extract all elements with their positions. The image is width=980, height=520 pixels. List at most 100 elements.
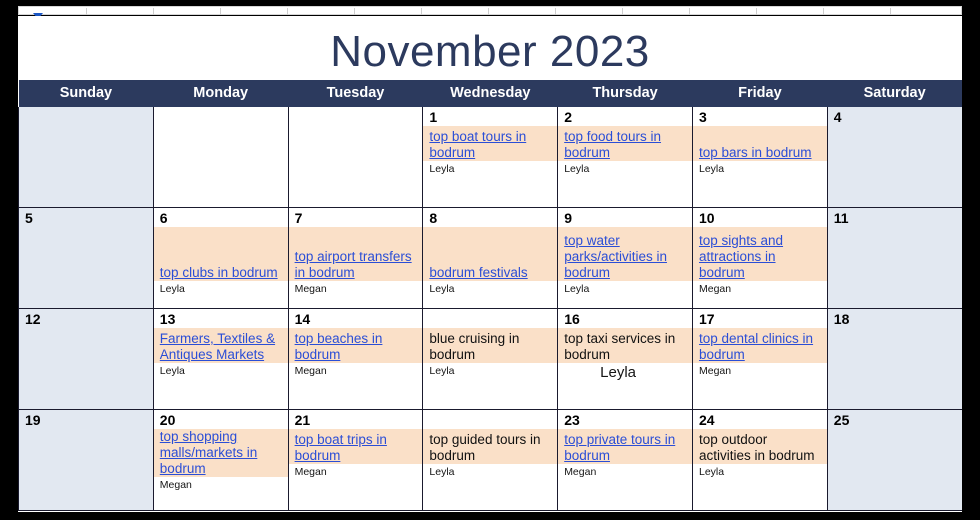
calendar-table: Sunday Monday Tuesday Wednesday Thursday Frid…	[18, 80, 962, 511]
event-link[interactable]: top bars in bodrum	[693, 145, 826, 161]
weekday-header-thursday: Thursday	[557, 80, 693, 107]
day-number: 19	[25, 412, 41, 428]
day-cell-8[interactable]: 8 bodrum festivals Leyla	[422, 207, 559, 309]
day-events: top water parks/activities in bodrum Leyl…	[558, 227, 692, 308]
ruler-tick	[555, 8, 556, 15]
day-number: 6	[159, 210, 168, 226]
event-attendee: Leyla	[693, 161, 827, 176]
ruler-tick	[756, 8, 757, 15]
day-cell-empty[interactable]	[287, 107, 424, 208]
day-events: top private tours in bodrum Megan	[558, 429, 692, 510]
document-page: November 2023 Sunday Monday Tuesday Wednesd…	[18, 16, 962, 512]
day-number: 10	[698, 210, 715, 226]
event-band: blue cruising in bodrum	[423, 328, 557, 363]
event-title: top outdoor activities in bodrum	[698, 432, 815, 463]
day-events	[19, 328, 152, 409]
weekday-header-sunday: Sunday	[18, 80, 154, 107]
day-cell-1[interactable]: 1 top boat tours in bodrum Leyla	[422, 107, 559, 208]
day-cell-3[interactable]: 3 top bars in bodrum Leyla	[691, 107, 828, 208]
day-events	[289, 126, 422, 207]
day-events: bodrum festivals Leyla	[423, 227, 557, 308]
day-cell-7[interactable]: 7 top airport transfers in bodrum Megan	[287, 207, 424, 309]
day-number: 2	[564, 109, 572, 125]
ruler-tick	[153, 8, 154, 15]
day-cell-11[interactable]: 11	[826, 207, 962, 309]
day-cell-20[interactable]: 20 top shopping malls/markets in bodrum Me…	[152, 409, 289, 511]
day-cell-25[interactable]: 25	[826, 409, 962, 511]
calendar-week-row: 19 20 top shopping malls/markets in bodrum…	[18, 409, 962, 511]
event-band: top private tours in bodrum	[558, 429, 692, 464]
event-band: top boat trips in bodrum	[289, 429, 422, 464]
day-cell-23[interactable]: 23 top private tours in bodrum Megan	[557, 409, 693, 511]
event-band: top airport transfers in bodrum	[289, 227, 422, 281]
day-cell-5[interactable]: 5	[18, 207, 154, 309]
day-events	[828, 227, 961, 308]
event-link[interactable]: top private tours in bodrum	[559, 432, 692, 464]
event-title: top guided tours in bodrum	[429, 432, 541, 463]
ruler-tick	[287, 8, 288, 15]
day-cell-empty[interactable]: top guided tours in bodrum Leyla	[422, 409, 559, 511]
day-cell-4[interactable]: 4	[826, 107, 962, 208]
event-link[interactable]: top food tours in bodrum	[559, 129, 692, 161]
day-cell-13[interactable]: 13 Farmers, Textiles & Antiques Markets Le…	[152, 308, 289, 410]
day-events: top boat tours in bodrum Leyla	[423, 126, 557, 207]
event-attendee: Megan	[693, 281, 827, 296]
event-band: top bars in bodrum	[693, 126, 827, 161]
event-link[interactable]: top boat trips in bodrum	[289, 432, 422, 464]
day-events	[154, 126, 287, 207]
document-ruler[interactable]	[18, 6, 962, 15]
day-cell-18[interactable]: 18	[826, 308, 962, 410]
event-attendee: Leyla	[423, 161, 557, 176]
event-band: bodrum festivals	[423, 227, 557, 281]
event-attendee: Leyla	[154, 363, 288, 378]
day-cell-14[interactable]: 14 top beaches in bodrum Megan	[287, 308, 424, 410]
day-cell-empty[interactable]: blue cruising in bodrum Leyla	[422, 308, 559, 410]
event-link[interactable]: Farmers, Textiles & Antiques Markets	[154, 331, 287, 363]
ruler-tick	[86, 8, 87, 15]
event-link[interactable]: bodrum festivals	[424, 265, 557, 281]
day-cell-16[interactable]: 16 top taxi services in bodrum Leyla	[557, 308, 693, 410]
event-band: top dental clinics in bodrum	[693, 328, 827, 363]
day-events: top taxi services in bodrum Leyla	[558, 328, 692, 409]
event-link[interactable]: top dental clinics in bodrum	[693, 331, 826, 363]
weekday-header-monday: Monday	[153, 80, 289, 107]
day-events	[19, 227, 152, 308]
weekday-header-friday: Friday	[692, 80, 828, 107]
day-cell-21[interactable]: 21 top boat trips in bodrum Megan	[287, 409, 424, 511]
day-cell-19[interactable]: 19	[18, 409, 154, 511]
day-cell-6[interactable]: 6 top clubs in bodrum Leyla	[152, 207, 289, 309]
day-number: 7	[294, 210, 303, 226]
event-band: top guided tours in bodrum	[423, 429, 557, 464]
day-cell-24[interactable]: 24 top outdoor activities in bodrum Leyla	[691, 409, 828, 511]
day-cell-17[interactable]: 17 top dental clinics in bodrum Megan	[691, 308, 828, 410]
day-cell-9[interactable]: 9 top water parks/activities in bodrum Ley…	[557, 207, 693, 309]
day-cell-empty[interactable]	[18, 107, 154, 208]
event-attendee: Megan	[154, 477, 288, 492]
event-link[interactable]: top beaches in bodrum	[289, 331, 422, 363]
day-number: 5	[25, 210, 33, 226]
day-cell-10[interactable]: 10 top sights and attractions in bodrum Me…	[691, 207, 828, 309]
day-number: 20	[159, 412, 176, 428]
event-link[interactable]: top sights and attractions in bodrum	[693, 233, 826, 281]
day-number: 16	[564, 311, 580, 327]
event-link[interactable]: top airport transfers in bodrum	[289, 249, 422, 281]
day-number	[154, 107, 287, 126]
day-cell-empty[interactable]	[152, 107, 289, 208]
day-number	[289, 107, 422, 126]
event-link[interactable]: top clubs in bodrum	[154, 265, 287, 281]
day-cell-2[interactable]: 2 top food tours in bodrum Leyla	[557, 107, 693, 208]
day-number: 8	[429, 210, 438, 226]
event-band: top outdoor activities in bodrum	[693, 429, 827, 464]
day-cell-12[interactable]: 12	[18, 308, 154, 410]
day-events: top airport transfers in bodrum Megan	[289, 227, 422, 308]
day-number	[19, 107, 152, 126]
day-events: Farmers, Textiles & Antiques Markets Leyl…	[154, 328, 288, 409]
event-band: top taxi services in bodrum	[558, 328, 692, 363]
event-link[interactable]: top boat tours in bodrum	[424, 129, 557, 161]
event-link[interactable]: top water parks/activities in bodrum	[559, 233, 692, 281]
day-events: top outdoor activities in bodrum Leyla	[693, 429, 827, 510]
event-attendee: Leyla	[558, 161, 692, 176]
day-events: top guided tours in bodrum Leyla	[423, 429, 557, 510]
event-link[interactable]: top shopping malls/markets in bodrum	[154, 429, 287, 477]
event-attendee: Leyla	[693, 464, 827, 479]
